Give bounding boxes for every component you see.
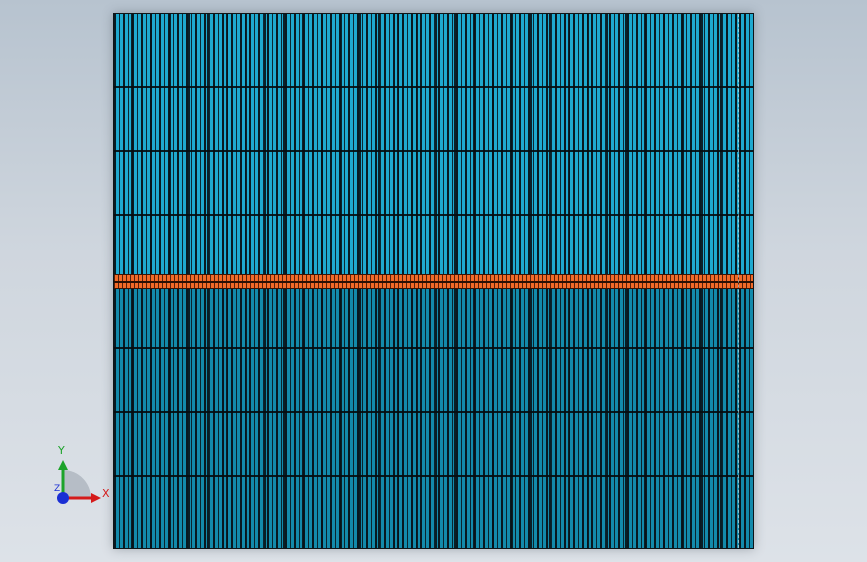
x-axis-label: X bbox=[102, 487, 110, 500]
model-right-edge-hidden-line bbox=[738, 14, 739, 548]
strip-center-line bbox=[114, 281, 753, 283]
upper-rib-line-3 bbox=[114, 214, 753, 216]
lower-rib-line-2 bbox=[114, 411, 753, 413]
y-axis-label: Y bbox=[58, 444, 65, 457]
upper-rib-line-2 bbox=[114, 150, 753, 152]
triad-graphic bbox=[57, 460, 101, 504]
lower-rib-line-3 bbox=[114, 475, 753, 477]
x-axis-arrow bbox=[91, 493, 101, 503]
z-axis-label: Z bbox=[54, 484, 61, 494]
model-upper-panel[interactable] bbox=[114, 14, 753, 274]
selected-center-strip[interactable] bbox=[114, 274, 753, 289]
graphics-viewport[interactable]: Y X Z bbox=[0, 0, 867, 562]
y-axis-arrow bbox=[58, 460, 68, 470]
coordinate-triad: Y X Z bbox=[40, 438, 120, 518]
lower-rib-line-1 bbox=[114, 347, 753, 349]
cad-model-front-view[interactable] bbox=[113, 13, 754, 549]
model-lower-panel[interactable] bbox=[114, 289, 753, 548]
upper-rib-line-1 bbox=[114, 86, 753, 88]
